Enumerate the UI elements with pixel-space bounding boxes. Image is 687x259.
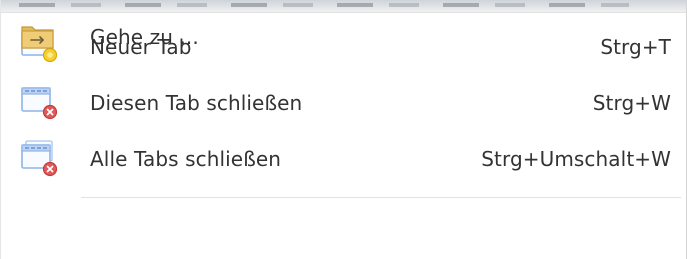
menu-item-shortcut: Strg+Umschalt+W [481,147,671,171]
menu-item-close-tab[interactable]: Diesen Tab schließen Strg+W [11,78,675,128]
context-menu: Neuer Tab Strg+T Diesen Tab schließen St… [1,12,686,259]
close-all-tabs-icon [16,139,62,179]
close-tab-icon [16,83,62,123]
menu-item-label: Diesen Tab schließen [90,91,303,115]
menu-separator [81,197,681,198]
menu-item-go-to[interactable]: Gehe zu ... [11,12,675,62]
menu-item-shortcut: Strg+W [592,91,671,115]
menu-item-close-all-tabs[interactable]: Alle Tabs schließen Strg+Umschalt+W [11,134,675,184]
menu-item-label: Alle Tabs schließen [90,147,282,171]
context-menu-frame: Neuer Tab Strg+T Diesen Tab schließen St… [0,0,687,259]
menu-item-label: Gehe zu ... [90,25,199,49]
folder-go-icon [16,17,62,57]
